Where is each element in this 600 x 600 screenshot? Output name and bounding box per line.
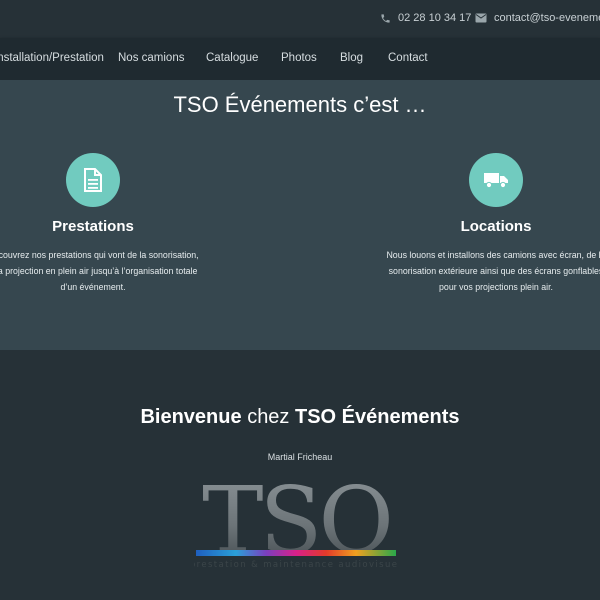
email-address: contact@tso-evenements [494, 12, 600, 24]
phone-icon [381, 13, 390, 23]
intro-title: TSO Événements c’est … [173, 92, 427, 117]
nav-item-contact[interactable]: Contact [388, 52, 428, 64]
prestations-desc-line: d’un événement. [60, 282, 126, 292]
prestations-title: Prestations [52, 218, 134, 235]
nav-item-photos[interactable]: Photos [281, 52, 317, 64]
welcome-title-bold: Bienvenue [140, 406, 242, 428]
welcome-title: Bienvenue chez TSO Événements [0, 406, 600, 429]
locations-desc-line: pour vos projections plein air. [439, 282, 553, 292]
nav-item-blog[interactable]: Blog [340, 52, 363, 64]
prestations-icon-circle[interactable] [66, 153, 120, 207]
nav-item-installation[interactable]: Installation/Prestation [0, 52, 104, 64]
phone-number: 02 28 10 34 17 [398, 12, 472, 24]
main-navigation: Installation/Prestation Nos camions Cata… [0, 38, 600, 80]
nav-item-nos-camions[interactable]: Nos camions [118, 52, 184, 64]
welcome-title-light: chez [247, 406, 290, 428]
top-contact-bar: 02 28 10 34 17 contact@tso-evenements [0, 0, 600, 38]
prestations-desc-line: Découvrez nos prestations qui vont de la… [0, 250, 199, 260]
envelope-icon [475, 13, 487, 23]
document-icon [84, 168, 102, 192]
author-name: Martial Fricheau [267, 452, 333, 462]
logo-tagline: prestation & maintenance audiovisuel [194, 560, 398, 570]
locations-desc-line: sonorisation extérieure ainsi que des éc… [388, 266, 600, 276]
prestations-desc-line: à la projection en plein air jusqu’à l’o… [0, 266, 198, 276]
email-contact[interactable]: contact@tso-evenements [475, 12, 600, 24]
truck-icon [484, 173, 508, 189]
phone-contact[interactable]: 02 28 10 34 17 [380, 12, 471, 24]
tso-logo: TSO prestation & maintenance audiovisuel [194, 476, 398, 574]
locations-icon-circle[interactable] [469, 153, 523, 207]
locations-description: Nous louons et installons des camions av… [376, 247, 600, 295]
welcome-title-brand: TSO Événements [295, 406, 460, 428]
locations-desc-line: Nous louons et installons des camions av… [386, 250, 600, 260]
logo-rainbow-bar [196, 550, 396, 556]
intro-section: TSO Événements c’est … Prestations Décou… [0, 80, 600, 350]
nav-item-catalogue[interactable]: Catalogue [206, 52, 258, 64]
locations-title: Locations [460, 218, 532, 235]
prestations-description: Découvrez nos prestations qui vont de la… [0, 247, 213, 295]
